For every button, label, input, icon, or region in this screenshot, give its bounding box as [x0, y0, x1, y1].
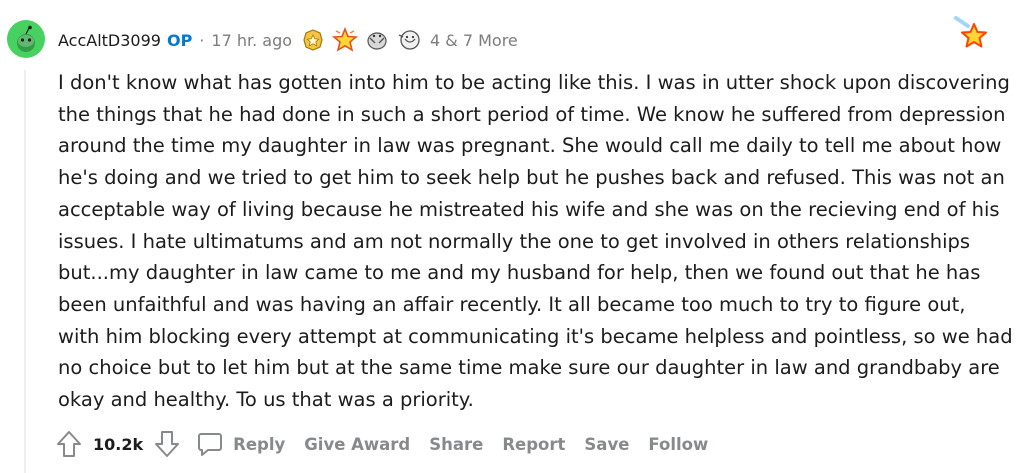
vote-score: 10.2k	[93, 434, 144, 454]
timestamp[interactable]: 17 hr. ago	[211, 31, 292, 50]
op-badge: OP	[166, 30, 193, 50]
snoo-avatar-icon	[7, 20, 45, 58]
share-button[interactable]: Share	[429, 435, 483, 454]
reply-label: Reply	[233, 434, 286, 454]
helpful-award-icon[interactable]	[396, 27, 422, 53]
downvote-icon	[155, 431, 180, 457]
comment-bubble-icon	[198, 433, 223, 456]
comment-header: AccAltD3099 OP · 17 hr. ago 4 & 7 More	[58, 27, 518, 53]
give-award-button[interactable]: Give Award	[304, 435, 410, 454]
avatar[interactable]	[7, 20, 45, 58]
award-star-icon[interactable]	[952, 16, 992, 56]
follow-button[interactable]: Follow	[648, 435, 708, 454]
award-list[interactable]: 4 & 7 More	[300, 27, 518, 53]
upvote-button[interactable]	[55, 429, 83, 459]
star-award-icon[interactable]	[332, 27, 359, 53]
more-awards-link[interactable]: 4 & 7 More	[430, 31, 518, 50]
report-button[interactable]: Report	[502, 435, 565, 454]
reply-button[interactable]: Reply	[195, 429, 285, 459]
upvote-icon	[57, 431, 81, 457]
separator: ·	[199, 30, 205, 50]
hug-award-icon[interactable]	[364, 27, 390, 53]
username[interactable]: AccAltD3099	[58, 31, 161, 50]
gold-award-icon[interactable]	[300, 27, 326, 53]
comment-actions: 10.2k Reply Give Award Share Report Save…	[55, 425, 727, 463]
comment-body: I don't know what has gotten into him to…	[58, 71, 1013, 412]
save-button[interactable]: Save	[584, 435, 629, 454]
thread-line[interactable]	[24, 70, 26, 473]
downvote-button[interactable]	[153, 429, 181, 459]
